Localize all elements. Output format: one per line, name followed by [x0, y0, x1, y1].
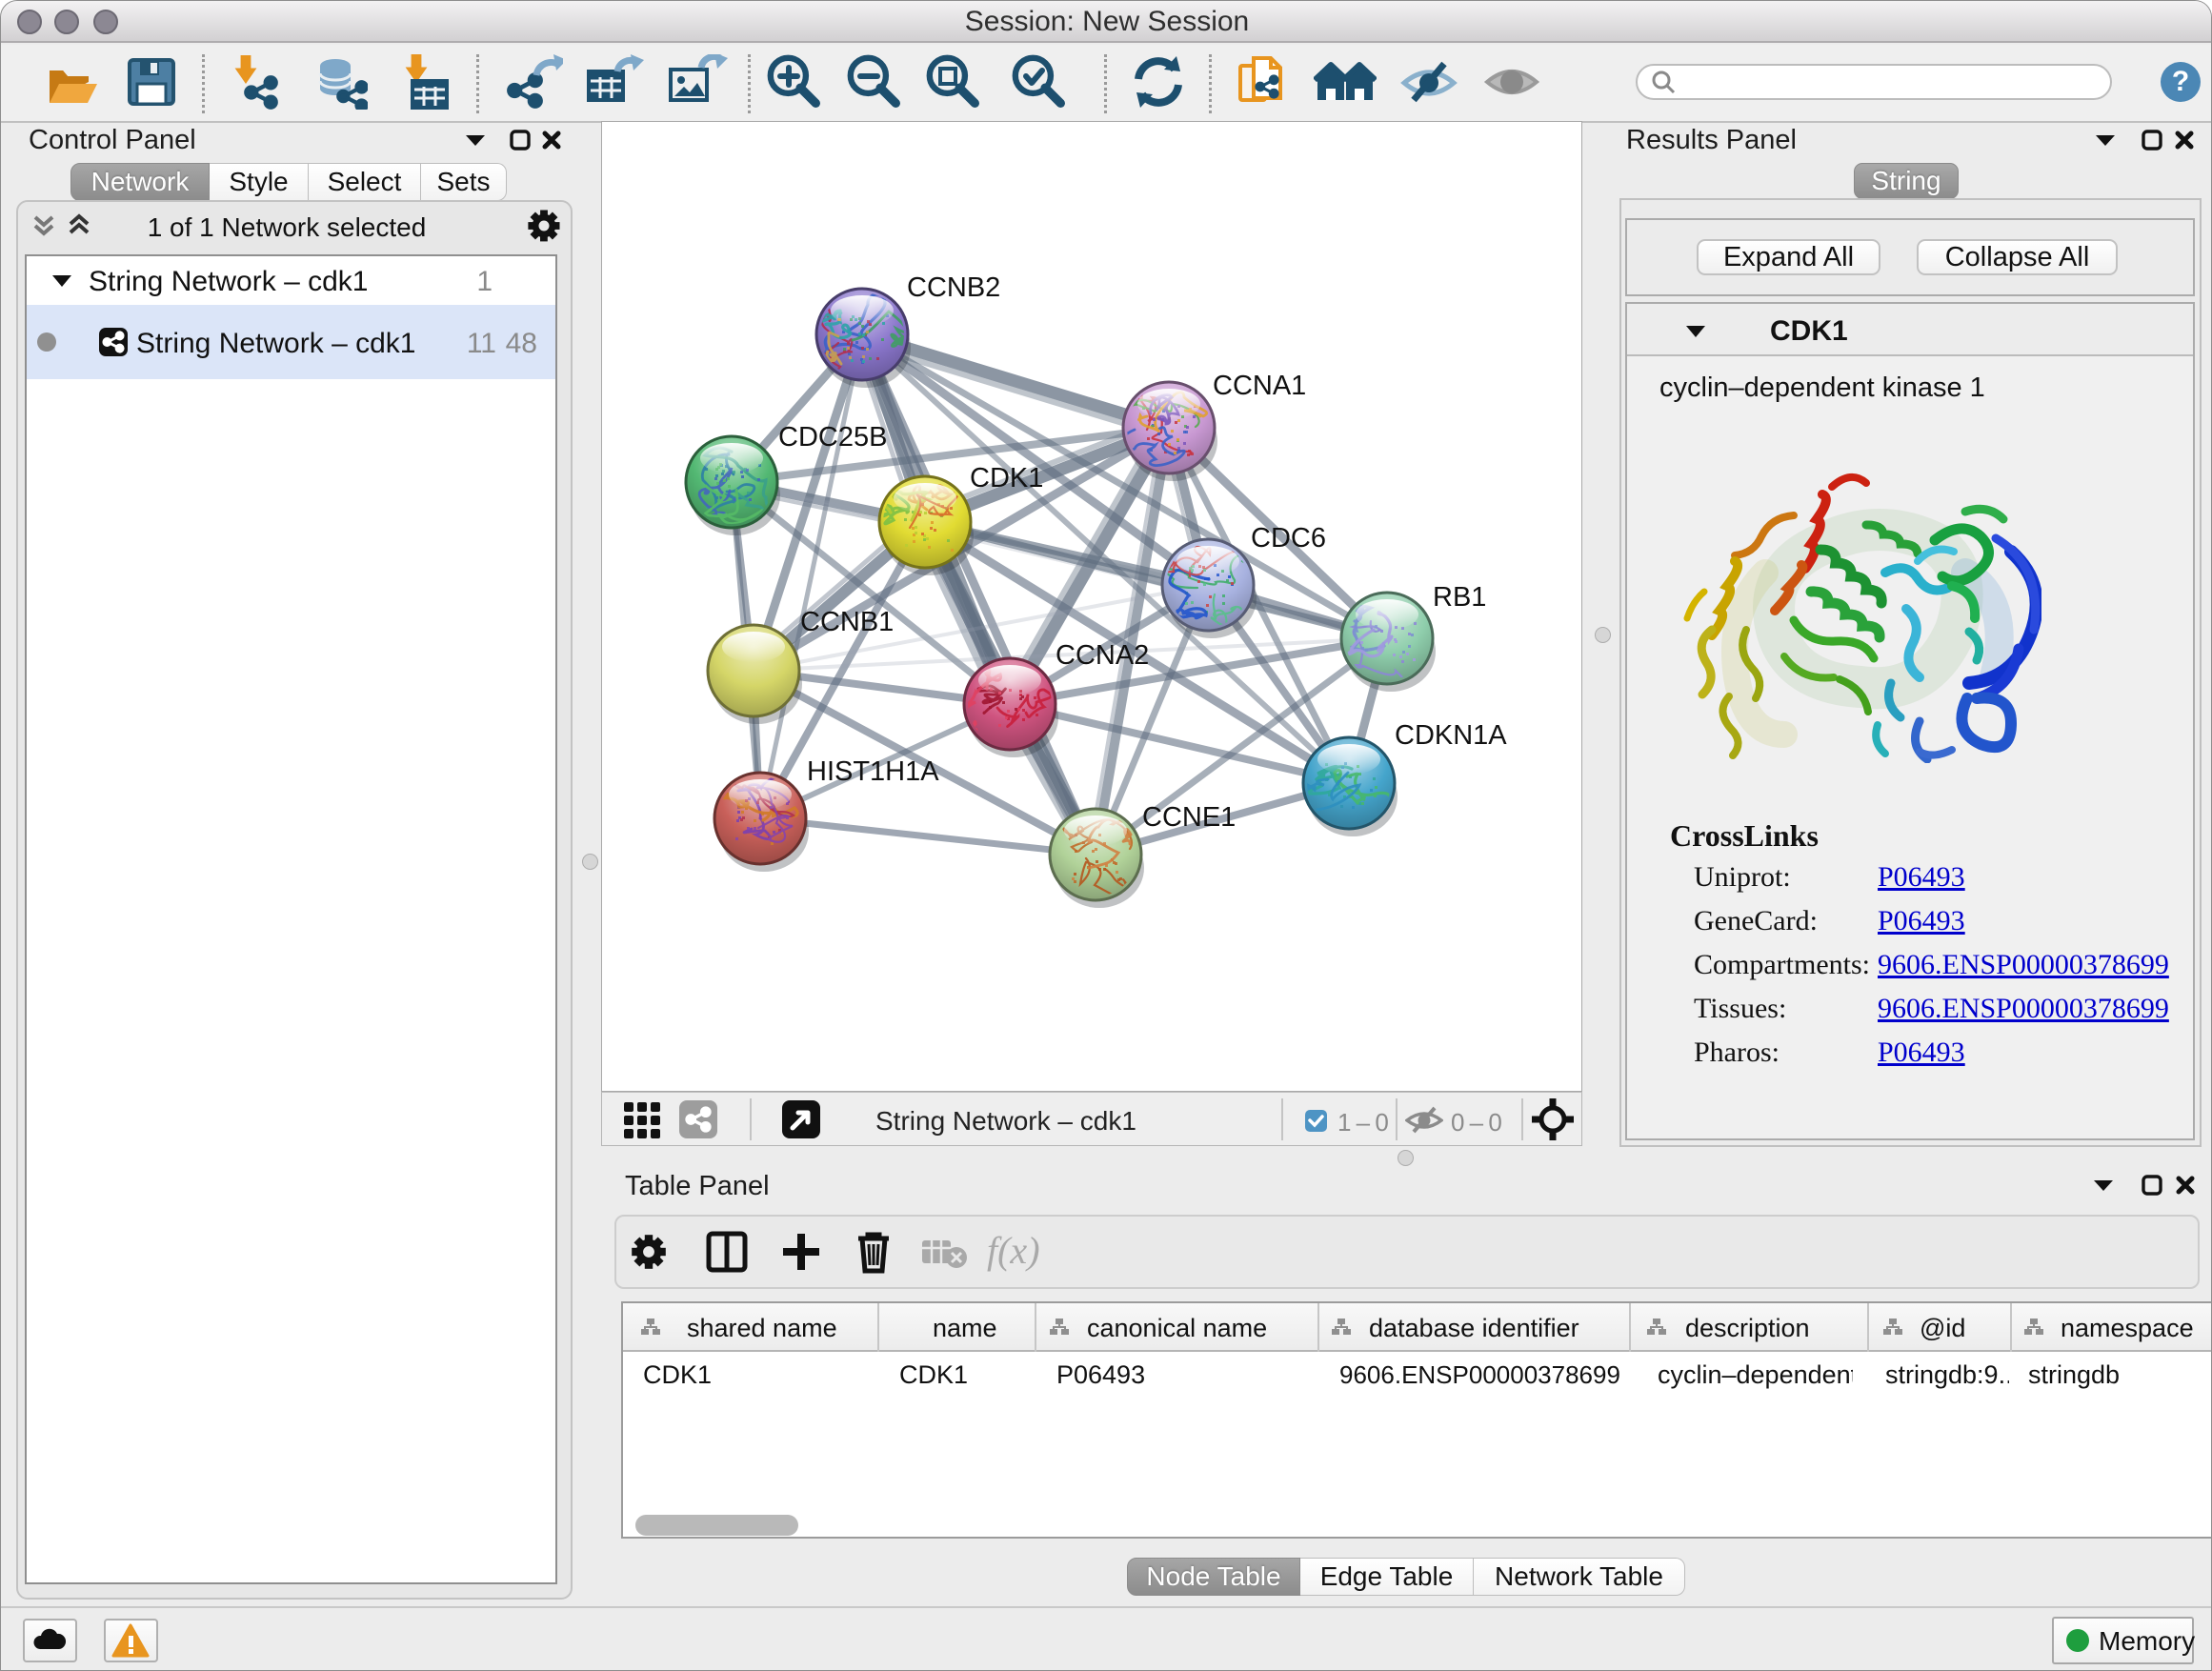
svg-text:CCNA1: CCNA1 [1213, 371, 1306, 401]
svg-text:CDK1: CDK1 [970, 463, 1043, 493]
svg-text:CCNA2: CCNA2 [1056, 640, 1149, 671]
svg-text:CCNE1: CCNE1 [1142, 802, 1236, 833]
svg-text:CDKN1A: CDKN1A [1395, 720, 1507, 751]
svg-text:CDC6: CDC6 [1251, 523, 1326, 554]
svg-text:RB1: RB1 [1433, 582, 1486, 613]
svg-text:CDC25B: CDC25B [778, 422, 887, 453]
svg-text:CCNB2: CCNB2 [907, 272, 1000, 303]
svg-text:HIST1H1A: HIST1H1A [807, 756, 939, 787]
svg-text:CCNB1: CCNB1 [800, 607, 894, 637]
